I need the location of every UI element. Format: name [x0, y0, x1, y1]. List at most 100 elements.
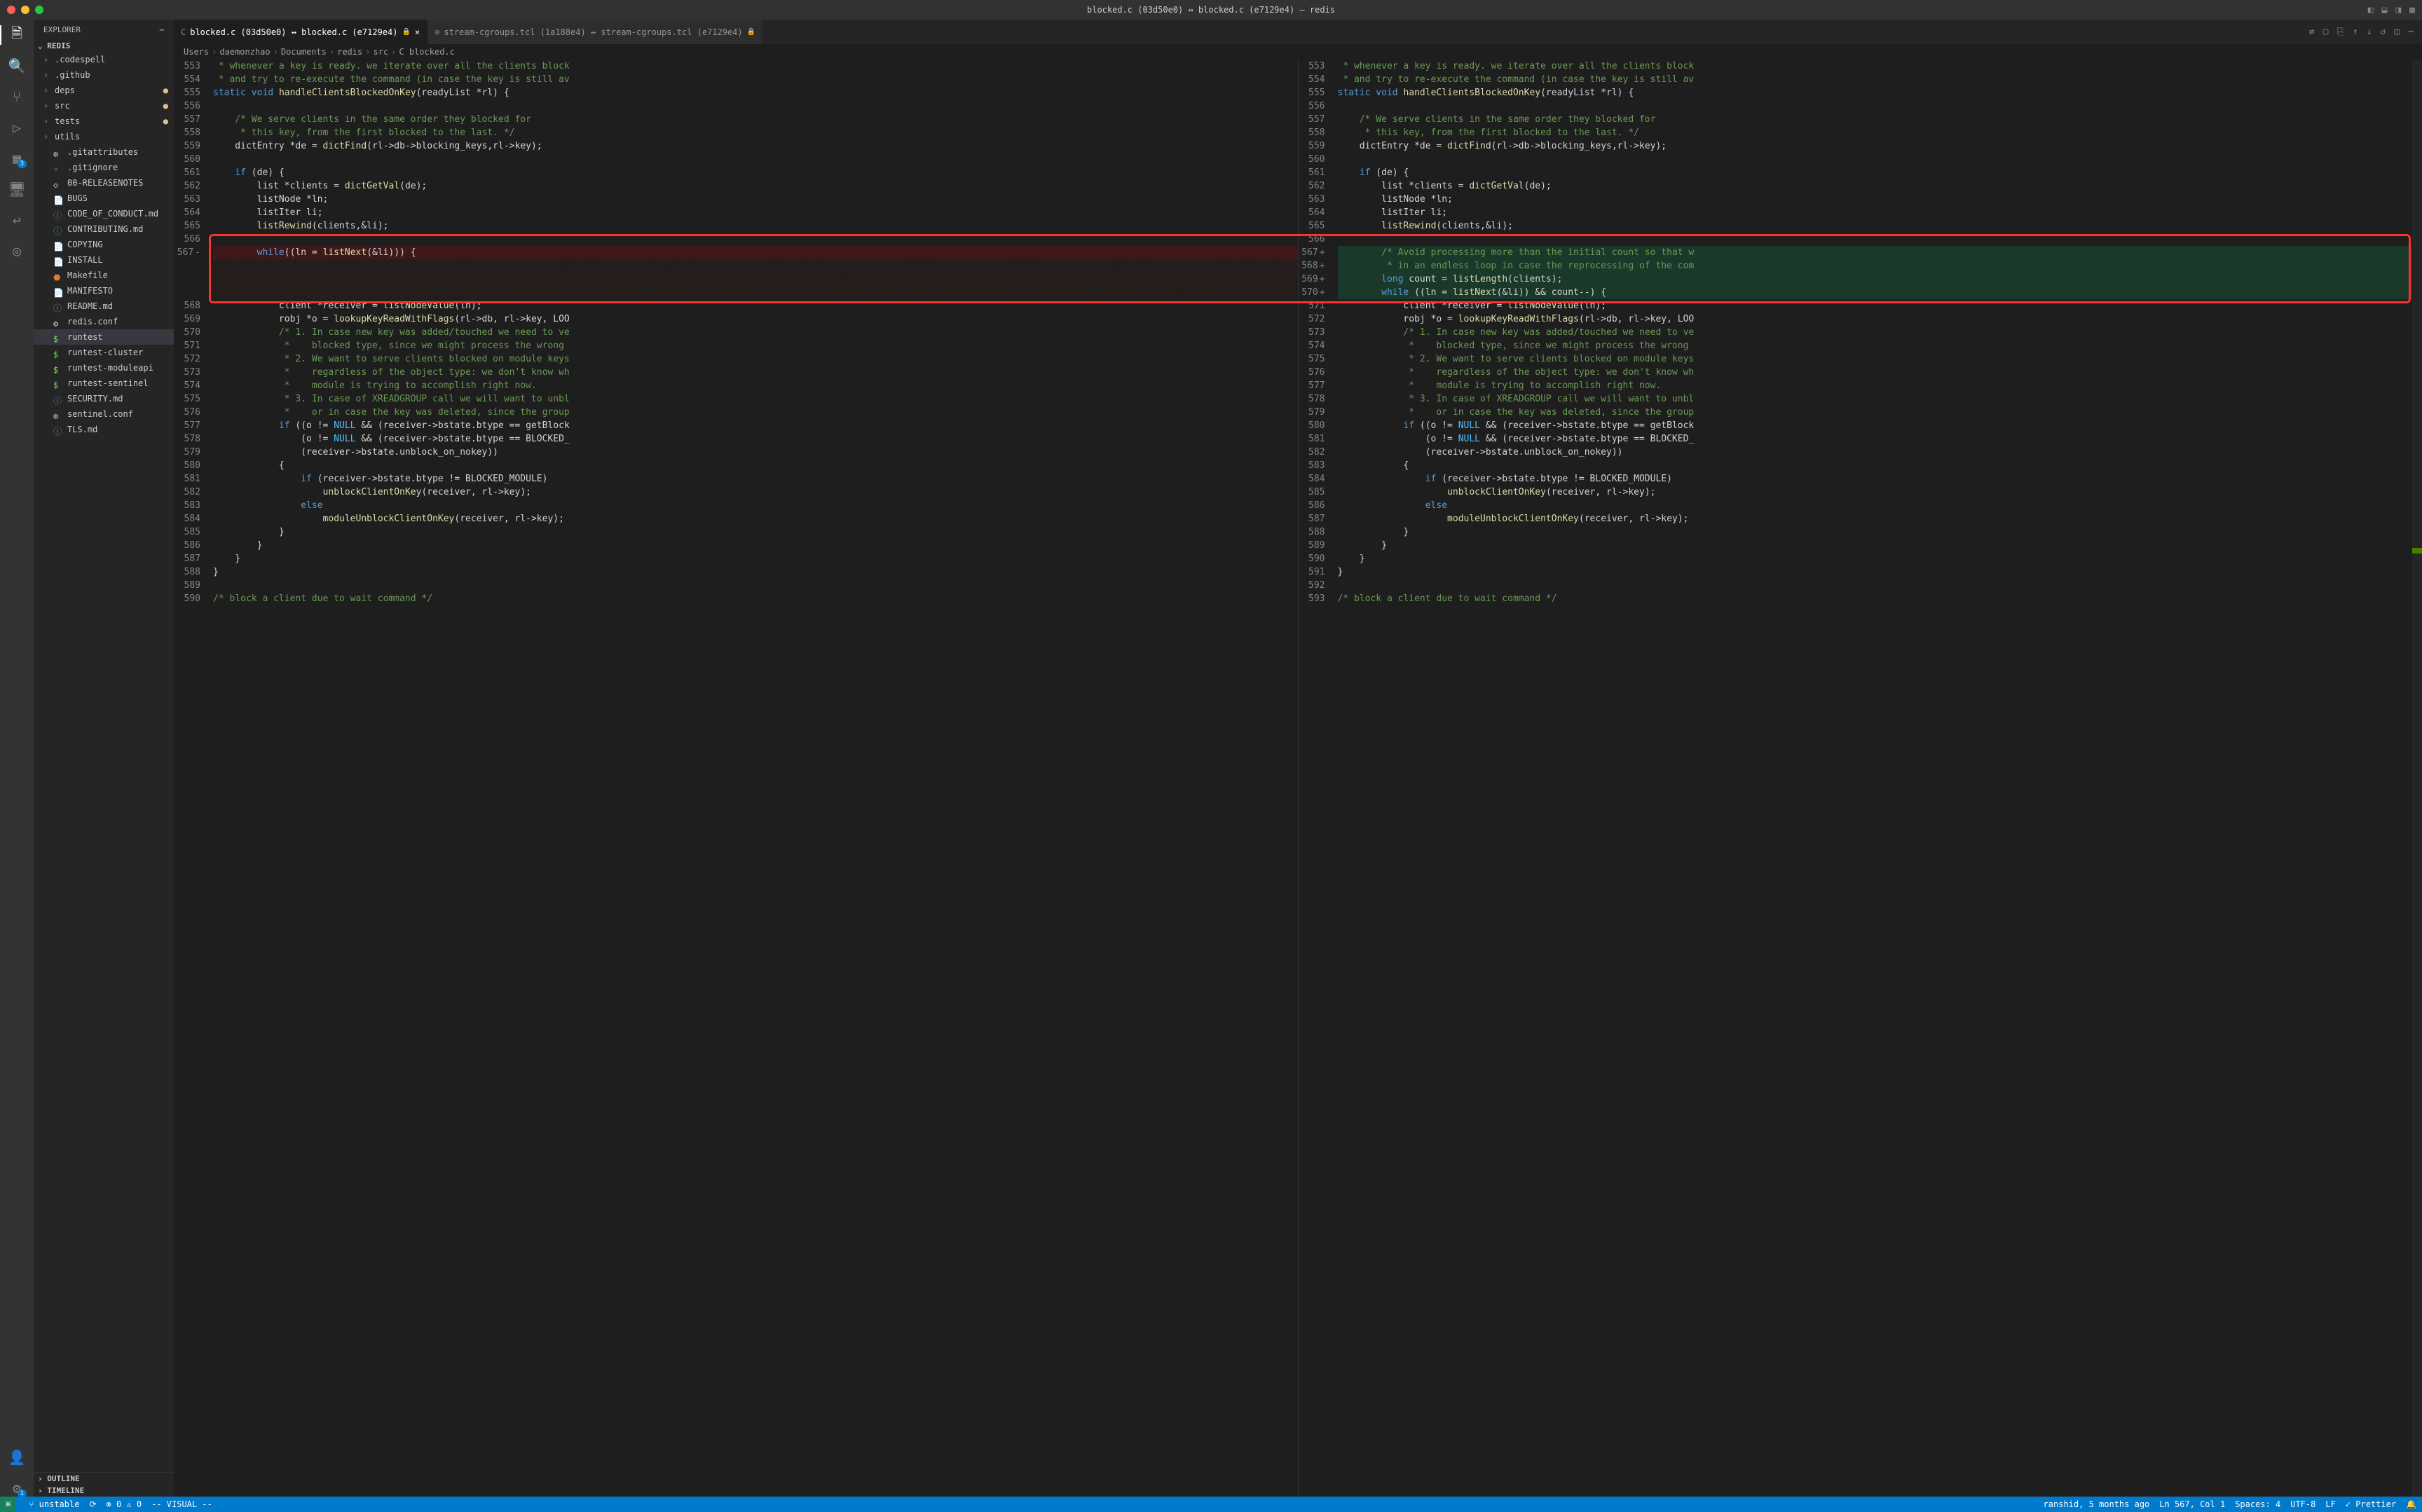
- code-line[interactable]: [1338, 579, 2422, 592]
- panel-bottom-icon[interactable]: ⬓: [2382, 5, 2388, 15]
- tree-item-makefile[interactable]: ⬣Makefile: [34, 268, 174, 283]
- split-icon[interactable]: ◫: [2394, 27, 2400, 37]
- tree-item-deps[interactable]: deps ●: [34, 83, 174, 98]
- eol[interactable]: LF: [2325, 1499, 2335, 1509]
- code-line[interactable]: robj *o = lookupKeyReadWithFlags(rl->db,…: [1338, 312, 2422, 326]
- run-debug-icon[interactable]: ▷: [8, 119, 25, 136]
- git-blame[interactable]: ranshid, 5 months ago: [2044, 1499, 2150, 1509]
- code-line[interactable]: [1338, 99, 2422, 113]
- code-line[interactable]: * regardless of the object type: we don'…: [213, 366, 1298, 379]
- code-line[interactable]: moduleUnblockClientOnKey(receiver, rl->k…: [213, 512, 1298, 525]
- arrow-up-icon[interactable]: ↑: [2353, 27, 2358, 37]
- sync-icon[interactable]: ⟳: [89, 1499, 96, 1509]
- code-line[interactable]: [213, 579, 1298, 592]
- code-line[interactable]: }: [1338, 539, 2422, 552]
- tree-item--gitignore[interactable]: ◦.gitignore: [34, 160, 174, 175]
- code-line[interactable]: if (de) {: [1338, 166, 2422, 179]
- code-line[interactable]: /* block a client due to wait command */: [1338, 592, 2422, 605]
- code-line[interactable]: * or in case the key was deleted, since …: [1338, 406, 2422, 419]
- cursor-position[interactable]: Ln 567, Col 1: [2159, 1499, 2225, 1509]
- code-line[interactable]: (receiver->bstate.unblock_on_nokey)): [213, 446, 1298, 459]
- code-line[interactable]: }: [1338, 552, 2422, 565]
- code-line[interactable]: }: [1338, 565, 2422, 579]
- code-line[interactable]: /* block a client due to wait command */: [213, 592, 1298, 605]
- code-line[interactable]: else: [1338, 499, 2422, 512]
- tree-item-runtest[interactable]: $runtest: [34, 329, 174, 345]
- code-line[interactable]: }: [1338, 525, 2422, 539]
- breadcrumb-segment[interactable]: C blocked.c: [399, 47, 454, 57]
- explorer-root[interactable]: REDIS: [34, 40, 174, 52]
- code-line[interactable]: listRewind(clients,&li);: [213, 219, 1298, 233]
- tree-item-security-md[interactable]: ⓘSECURITY.md: [34, 391, 174, 406]
- breadcrumb-segment[interactable]: redis: [337, 47, 362, 57]
- code-line[interactable]: [213, 286, 1298, 299]
- breadcrumb-segment[interactable]: src: [373, 47, 388, 57]
- accounts-icon[interactable]: 👤: [8, 1449, 25, 1466]
- code-line[interactable]: dictEntry *de = dictFind(rl->db->blockin…: [1338, 139, 2422, 153]
- code-line[interactable]: * this key, from the first blocked to th…: [213, 126, 1298, 139]
- code-line[interactable]: if ((o != NULL && (receiver->bstate.btyp…: [213, 419, 1298, 432]
- code-line[interactable]: [1338, 233, 2422, 246]
- code-line[interactable]: * 3. In case of XREADGROUP call we will …: [213, 392, 1298, 406]
- code-line[interactable]: * or in case the key was deleted, since …: [213, 406, 1298, 419]
- code-line[interactable]: [213, 259, 1298, 273]
- tree-item-sentinel-conf[interactable]: ⚙sentinel.conf: [34, 406, 174, 422]
- indentation[interactable]: Spaces: 4: [2235, 1499, 2280, 1509]
- code-line[interactable]: * whenever a key is ready. we iterate ov…: [213, 60, 1298, 73]
- tree-item-runtest-moduleapi[interactable]: $runtest-moduleapi: [34, 360, 174, 376]
- diff-pane-modified[interactable]: 5535545555565575585595605615625635645655…: [1299, 60, 2422, 1497]
- code-line[interactable]: {: [1338, 459, 2422, 472]
- close-tab-icon[interactable]: ×: [415, 27, 420, 37]
- tree-item--codespell[interactable]: .codespell: [34, 52, 174, 67]
- diff-pane-original[interactable]: 5535545555565575585595605615625635645655…: [174, 60, 1299, 1497]
- target-icon[interactable]: ◎: [8, 242, 25, 259]
- panel-right-icon[interactable]: ◨: [2395, 5, 2401, 15]
- code-line[interactable]: * in an endless loop in case the reproce…: [1338, 259, 2422, 273]
- open-file-icon[interactable]: ▢: [2323, 27, 2329, 37]
- code-line[interactable]: * regardless of the object type: we don'…: [1338, 366, 2422, 379]
- code-line[interactable]: long count = listLength(clients);: [1338, 273, 2422, 286]
- code-line[interactable]: (receiver->bstate.unblock_on_nokey)): [1338, 446, 2422, 459]
- code-line[interactable]: /* Avoid processing more than the initia…: [1338, 246, 2422, 259]
- tree-item-redis-conf[interactable]: ⚙redis.conf: [34, 314, 174, 329]
- code-line[interactable]: unblockClientOnKey(receiver, rl->key);: [213, 486, 1298, 499]
- git-branch[interactable]: ⑂ unstable: [29, 1499, 79, 1509]
- minimap[interactable]: [2412, 60, 2422, 1497]
- code-line[interactable]: (o != NULL && (receiver->bstate.btype ==…: [1338, 432, 2422, 446]
- code-line[interactable]: * and try to re-execute the command (in …: [1338, 73, 2422, 86]
- remote-indicator[interactable]: ⌘: [0, 1497, 16, 1512]
- encoding[interactable]: UTF-8: [2290, 1499, 2315, 1509]
- code-line[interactable]: listIter li;: [213, 206, 1298, 219]
- code-line[interactable]: /* We serve clients in the same order th…: [213, 113, 1298, 126]
- tree-item-manifesto[interactable]: 📄MANIFESTO: [34, 283, 174, 298]
- tree-item-runtest-cluster[interactable]: $runtest-cluster: [34, 345, 174, 360]
- timeline-section[interactable]: TIMELINE: [34, 1485, 174, 1497]
- tree-item-copying[interactable]: 📄COPYING: [34, 237, 174, 252]
- code-line[interactable]: [213, 273, 1298, 286]
- tree-item-tests[interactable]: tests ●: [34, 114, 174, 129]
- tree-item--gitattributes[interactable]: ⚙.gitattributes: [34, 144, 174, 160]
- code-line[interactable]: list *clients = dictGetVal(de);: [213, 179, 1298, 193]
- code-line[interactable]: * this key, from the first blocked to th…: [1338, 126, 2422, 139]
- code-line[interactable]: listNode *ln;: [1338, 193, 2422, 206]
- arrow-down-icon[interactable]: ↓: [2367, 27, 2372, 37]
- code-line[interactable]: * 2. We want to serve clients blocked on…: [213, 352, 1298, 366]
- tree-item-contributing-md[interactable]: ⓘCONTRIBUTING.md: [34, 221, 174, 237]
- code-line[interactable]: moduleUnblockClientOnKey(receiver, rl->k…: [1338, 512, 2422, 525]
- code-line[interactable]: while((ln = listNext(&li))) {: [213, 246, 1298, 259]
- explorer-more-icon[interactable]: ⋯: [159, 25, 164, 34]
- zoom-window-icon[interactable]: [35, 6, 43, 14]
- code-line[interactable]: * module is trying to accomplish right n…: [1338, 379, 2422, 392]
- code-line[interactable]: }: [213, 565, 1298, 579]
- code-line[interactable]: list *clients = dictGetVal(de);: [1338, 179, 2422, 193]
- tree-item-runtest-sentinel[interactable]: $runtest-sentinel: [34, 376, 174, 391]
- code-line[interactable]: * blocked type, since we might process t…: [1338, 339, 2422, 352]
- code-line[interactable]: * whenever a key is ready. we iterate ov…: [1338, 60, 2422, 73]
- breadcrumb-segment[interactable]: Users: [184, 47, 209, 57]
- outline-section[interactable]: OUTLINE: [34, 1473, 174, 1485]
- code-line[interactable]: /* 1. In case new key was added/touched …: [1338, 326, 2422, 339]
- prettier-status[interactable]: ✓ Prettier: [2346, 1499, 2396, 1509]
- code-line[interactable]: unblockClientOnKey(receiver, rl->key);: [1338, 486, 2422, 499]
- tree-item--github[interactable]: .github: [34, 67, 174, 83]
- code-line[interactable]: /* 1. In case new key was added/touched …: [213, 326, 1298, 339]
